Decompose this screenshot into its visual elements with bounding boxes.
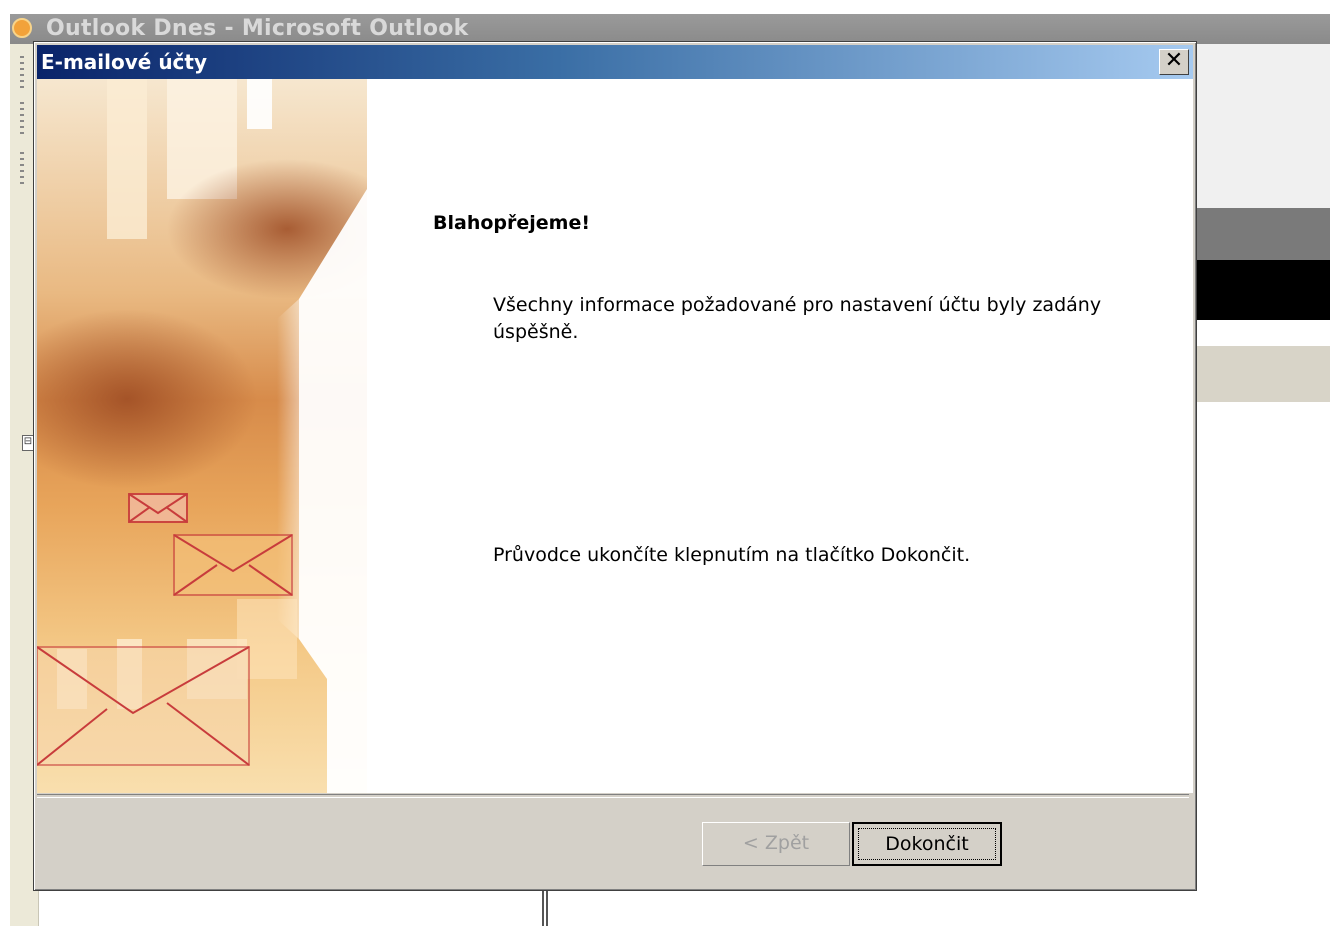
wizard-side-art <box>37 79 367 793</box>
wizard-art-graphic <box>37 79 367 793</box>
wizard-heading: Blahopřejeme! <box>433 212 591 234</box>
background-window-title: Outlook Dnes - Microsoft Outlook <box>46 16 469 41</box>
wizard-content: Blahopřejeme! Všechny informace požadova… <box>37 79 1193 793</box>
envelope-icon <box>128 493 188 523</box>
toolbar-grip-icon[interactable] <box>20 152 24 188</box>
dialog-titlebar[interactable]: E-mailové účty ✕ <box>37 45 1193 79</box>
dialog-divider <box>37 794 1189 798</box>
background-toolbar-area <box>1196 44 1330 208</box>
back-button[interactable]: < Zpět <box>702 822 850 866</box>
toolbar-grip-icon[interactable] <box>20 56 24 92</box>
finish-button[interactable]: Dokončit <box>852 822 1002 866</box>
envelope-icon <box>37 646 250 766</box>
background-splitter[interactable] <box>542 890 548 926</box>
envelope-icon <box>173 534 293 596</box>
background-dark-band <box>1196 260 1330 320</box>
app-clock-icon <box>12 18 32 38</box>
toolbar-grip-icon[interactable] <box>20 102 24 138</box>
email-accounts-dialog: E-mailové účty ✕ Blahopřejeme! Všechny i… <box>33 41 1197 891</box>
close-button[interactable]: ✕ <box>1159 49 1189 75</box>
finish-button-label: Dokončit <box>858 828 996 860</box>
dialog-title: E-mailové účty <box>41 50 208 74</box>
success-message: Všechny informace požadované pro nastave… <box>493 294 1102 343</box>
close-icon: ✕ <box>1164 48 1184 73</box>
background-beige-band <box>1196 346 1330 402</box>
finish-instruction: Průvodce ukončíte klepnutím na tlačítko … <box>493 544 971 566</box>
